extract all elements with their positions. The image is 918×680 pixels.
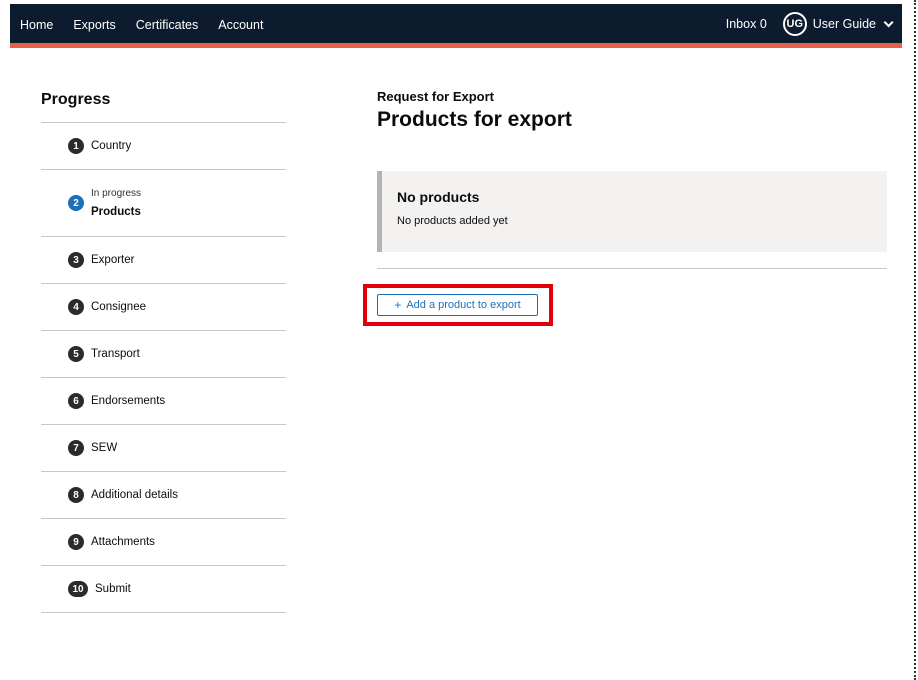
inbox-link[interactable]: Inbox 0 [726, 17, 767, 31]
step-label: Country [91, 140, 132, 152]
step-sew[interactable]: 7 SEW [41, 425, 286, 472]
step-number-badge: 10 [68, 581, 88, 597]
nav-account-link[interactable]: Account [218, 18, 263, 32]
nav-certificates-link[interactable]: Certificates [136, 18, 199, 32]
step-transport[interactable]: 5 Transport [41, 331, 286, 378]
step-label: Additional details [91, 489, 178, 501]
step-number-badge: 5 [68, 346, 84, 362]
step-label: SEW [91, 442, 118, 454]
progress-sidebar: Progress 1 Country 2 In progress Product… [41, 90, 286, 613]
page-title: Products for export [377, 108, 572, 131]
step-products[interactable]: 2 In progress Products [41, 170, 286, 237]
chevron-down-icon[interactable] [883, 16, 894, 27]
top-navigation-bar: Home Exports Certificates Account Inbox … [10, 4, 902, 48]
step-label: Submit [95, 583, 131, 595]
step-label: Exporter [91, 254, 135, 266]
section-divider [377, 268, 887, 269]
user-menu-button[interactable]: User Guide [813, 17, 876, 31]
nav-home-link[interactable]: Home [20, 18, 53, 32]
sidebar-title: Progress [41, 91, 111, 108]
step-exporter[interactable]: 3 Exporter [41, 237, 286, 284]
step-number-badge: 9 [68, 534, 84, 550]
nav-exports-link[interactable]: Exports [73, 18, 115, 32]
step-endorsements[interactable]: 6 Endorsements [41, 378, 286, 425]
step-label: Attachments [91, 536, 155, 548]
step-label: Endorsements [91, 395, 166, 407]
step-number-badge: 7 [68, 440, 84, 456]
highlight-box [363, 284, 553, 326]
step-number-badge: 3 [68, 252, 84, 268]
step-number-badge: 4 [68, 299, 84, 315]
step-number-badge: 8 [68, 487, 84, 503]
step-label: Consignee [91, 301, 146, 313]
step-consignee[interactable]: 4 Consignee [41, 284, 286, 331]
step-label: Products [91, 206, 141, 218]
user-nav: Inbox 0 UG User Guide [726, 12, 894, 36]
inbox-label: Inbox [725, 17, 757, 31]
step-list: 1 Country 2 In progress Products 3 Expor… [41, 122, 286, 613]
step-status: In progress [91, 188, 142, 199]
step-number-badge: 1 [68, 138, 84, 154]
no-products-inset: No products No products added yet [377, 171, 887, 252]
step-number-badge: 2 [68, 195, 84, 211]
step-attachments[interactable]: 9 Attachments [41, 519, 286, 566]
step-submit[interactable]: 10 Submit [41, 566, 286, 613]
main-content: Request for Export Products for export N… [377, 89, 887, 269]
step-label: Transport [91, 348, 140, 360]
page-caption: Request for Export [377, 89, 495, 104]
step-number-badge: 6 [68, 393, 84, 409]
step-additional-details[interactable]: 8 Additional details [41, 472, 286, 519]
inbox-count: 0 [759, 17, 767, 31]
primary-nav: Home Exports Certificates Account [20, 18, 283, 32]
page-edge-divider [914, 0, 916, 680]
inset-text: No products added yet [397, 215, 508, 227]
inset-title: No products [397, 189, 480, 205]
step-country[interactable]: 1 Country [41, 123, 286, 170]
avatar[interactable]: UG [782, 12, 807, 36]
